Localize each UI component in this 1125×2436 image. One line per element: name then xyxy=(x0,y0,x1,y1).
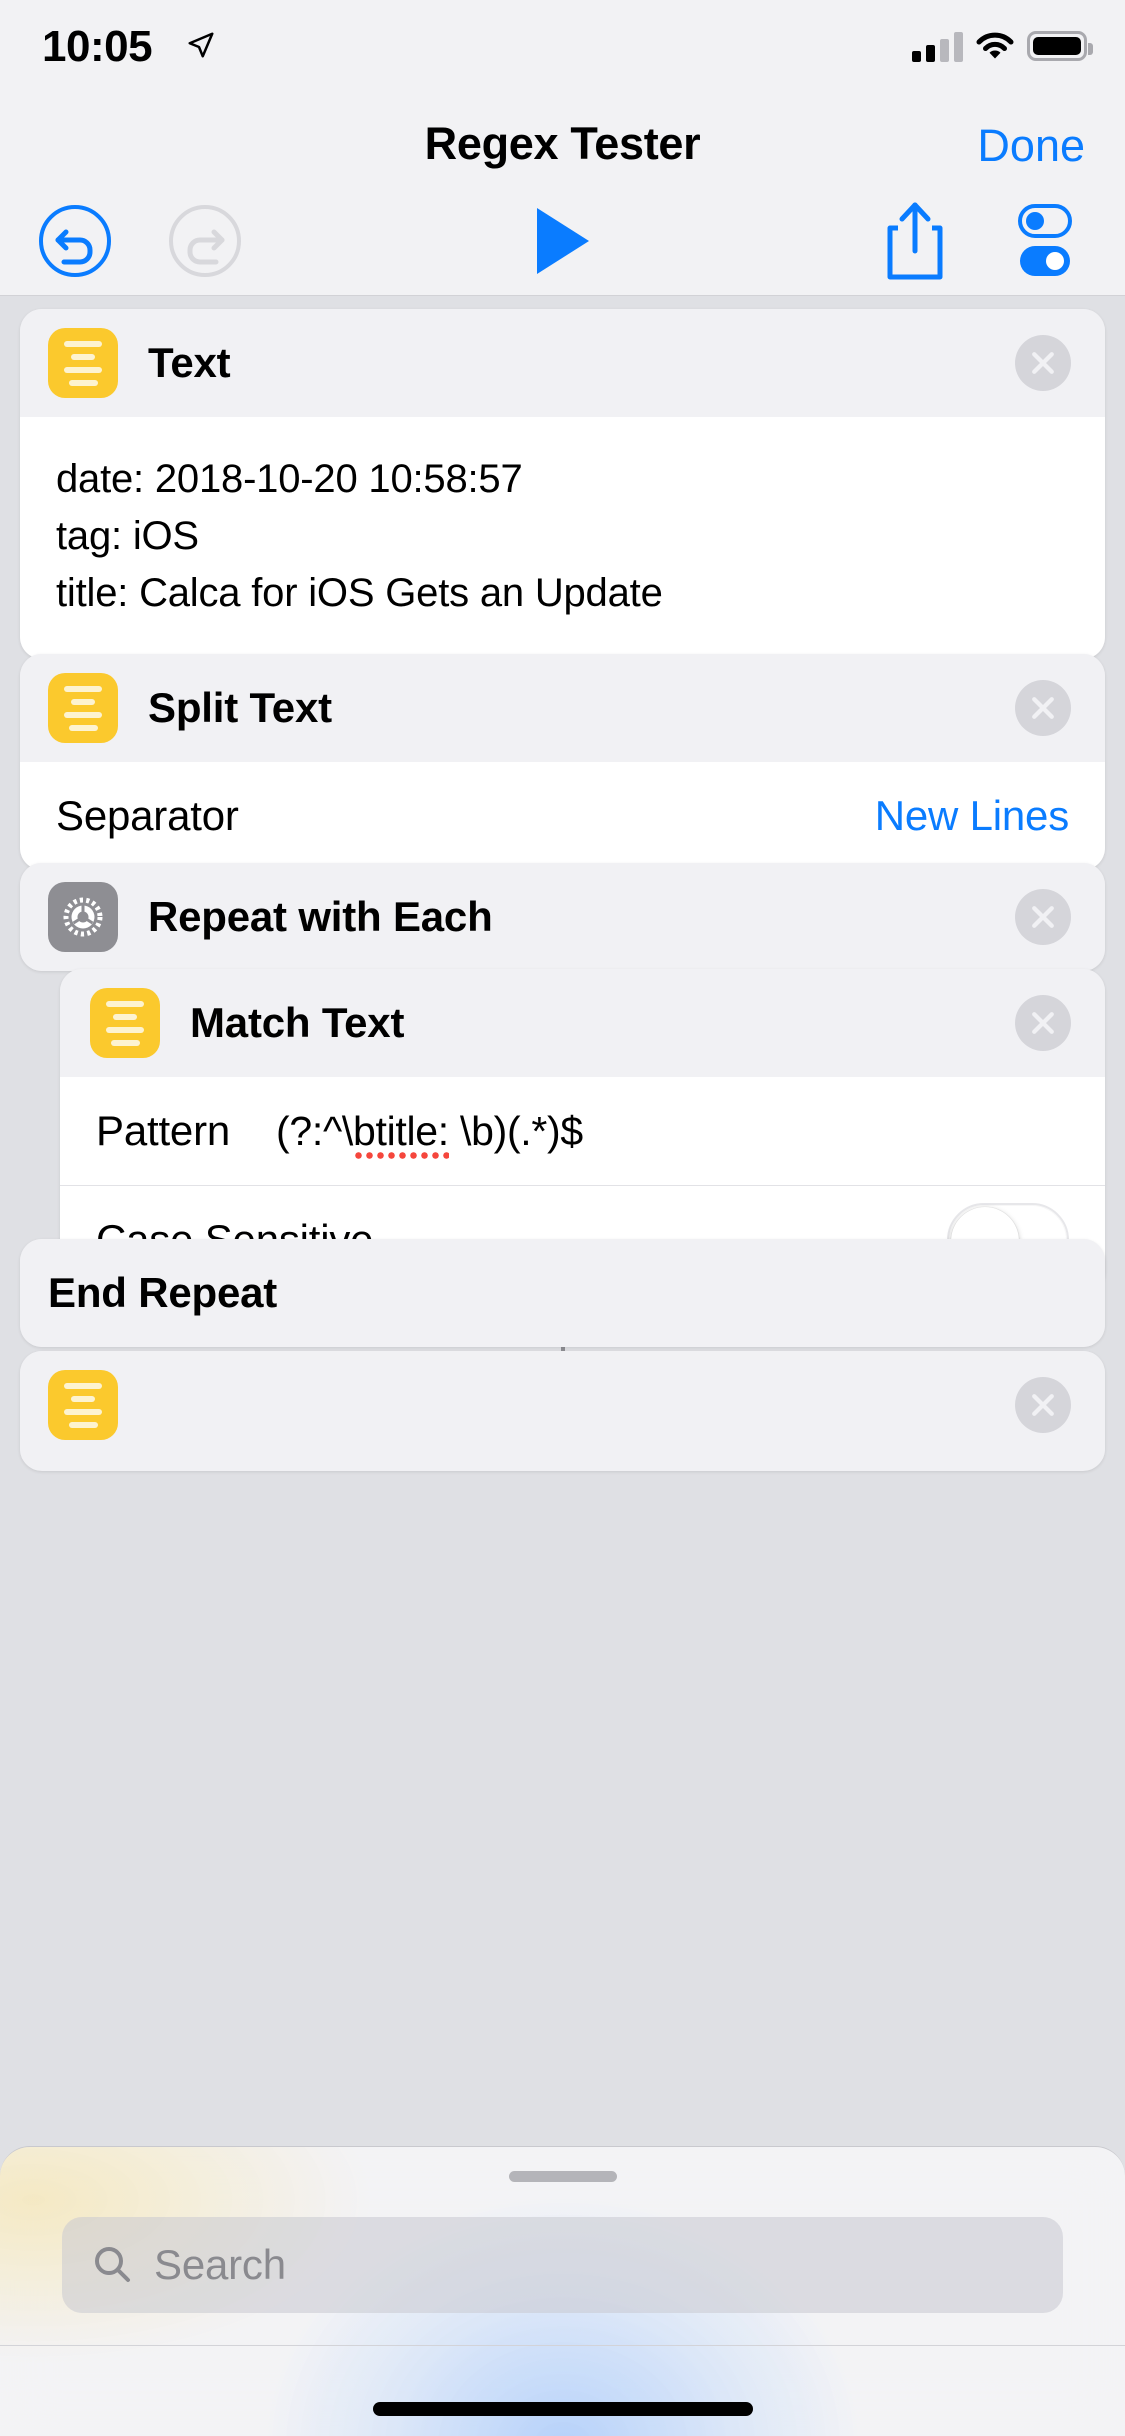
remove-action-button[interactable] xyxy=(1015,335,1071,391)
action-card-split-text[interactable]: Split Text Separator New Lines xyxy=(20,654,1105,870)
settings-toggles-button[interactable] xyxy=(990,186,1100,296)
close-icon xyxy=(1032,352,1054,374)
action-library-sheet[interactable]: Search xyxy=(0,2146,1125,2436)
pattern-misspelled-word: btitle: xyxy=(353,1107,449,1154)
redo-button[interactable] xyxy=(150,186,260,296)
remove-action-button[interactable] xyxy=(1015,995,1071,1051)
remove-action-button[interactable] xyxy=(1015,1377,1071,1433)
location-arrow-icon xyxy=(188,32,214,58)
home-indicator xyxy=(372,2402,753,2416)
text-action-value[interactable]: date: 2018-10-20 10:58:57 tag: iOS title… xyxy=(56,451,1069,621)
close-icon xyxy=(1032,906,1054,928)
action-header[interactable]: Text xyxy=(20,309,1105,417)
undo-button[interactable] xyxy=(20,186,130,296)
navigation-bar: Regex Tester Done xyxy=(0,98,1125,186)
pattern-row[interactable]: Pattern (?:^\btitle: \b)(.*)$ xyxy=(60,1077,1105,1185)
sheet-divider xyxy=(0,2345,1125,2346)
text-lines-icon xyxy=(48,328,118,398)
toggles-icon xyxy=(1018,204,1072,276)
text-action-body[interactable]: date: 2018-10-20 10:58:57 tag: iOS title… xyxy=(20,417,1105,660)
close-icon xyxy=(1032,1012,1054,1034)
wifi-icon xyxy=(976,32,1014,59)
status-bar-indicators xyxy=(912,30,1093,62)
play-icon xyxy=(536,208,589,274)
pattern-label: Pattern xyxy=(96,1107,231,1154)
text-lines-icon xyxy=(48,673,118,743)
pattern-suffix: \b)(.*)$ xyxy=(448,1107,583,1154)
action-header[interactable]: Repeat with Each xyxy=(20,863,1105,971)
search-placeholder: Search xyxy=(154,2241,286,2288)
action-title: End Repeat xyxy=(48,1269,278,1316)
separator-label: Separator xyxy=(56,792,239,839)
separator-value[interactable]: New Lines xyxy=(875,792,1069,840)
pattern-prefix: (?:^\ xyxy=(276,1107,353,1154)
iphone-screen: 10:05 Regex Tester Done Text date: 2018-… xyxy=(0,0,1125,2436)
action-card-text[interactable]: Text date: 2018-10-20 10:58:57 tag: iOS … xyxy=(20,309,1105,660)
shortcut-actions-list[interactable]: Text date: 2018-10-20 10:58:57 tag: iOS … xyxy=(0,297,1125,2436)
status-bar-time: 10:05 xyxy=(42,22,153,71)
action-card-end-repeat[interactable]: End Repeat xyxy=(20,1239,1105,1347)
action-title: Text xyxy=(148,339,231,386)
action-header[interactable]: Match Text xyxy=(60,969,1105,1077)
text-lines-icon xyxy=(48,1370,118,1440)
redo-icon xyxy=(169,205,241,277)
editor-toolbar xyxy=(0,186,1125,296)
action-title: Split Text xyxy=(148,684,332,731)
sheet-drag-handle[interactable] xyxy=(508,2171,617,2182)
search-icon xyxy=(95,2247,130,2282)
pattern-value[interactable]: (?:^\btitle: \b)(.*)$ xyxy=(276,1108,583,1155)
action-card-partial[interactable] xyxy=(20,1351,1105,1471)
close-icon xyxy=(1032,697,1054,719)
share-button[interactable] xyxy=(860,186,970,296)
share-icon xyxy=(887,202,943,280)
status-bar: 10:05 xyxy=(0,0,1125,98)
action-title: Match Text xyxy=(190,999,405,1046)
page-title: Regex Tester xyxy=(424,118,701,169)
action-header[interactable] xyxy=(20,1351,1105,1459)
battery-full-icon xyxy=(1027,31,1093,61)
done-button[interactable]: Done xyxy=(977,120,1085,172)
close-icon xyxy=(1032,1394,1054,1416)
search-field[interactable]: Search xyxy=(62,2217,1063,2313)
undo-icon xyxy=(39,205,111,277)
action-header[interactable]: End Repeat xyxy=(20,1239,1105,1347)
separator-row[interactable]: Separator New Lines xyxy=(20,762,1105,870)
action-header[interactable]: Split Text xyxy=(20,654,1105,762)
action-title: Repeat with Each xyxy=(148,893,493,940)
action-card-repeat-with-each[interactable]: Repeat with Each xyxy=(20,863,1105,971)
remove-action-button[interactable] xyxy=(1015,680,1071,736)
cellular-signal-icon xyxy=(912,30,963,62)
text-lines-icon xyxy=(90,988,160,1058)
remove-action-button[interactable] xyxy=(1015,889,1071,945)
gear-icon xyxy=(48,882,118,952)
